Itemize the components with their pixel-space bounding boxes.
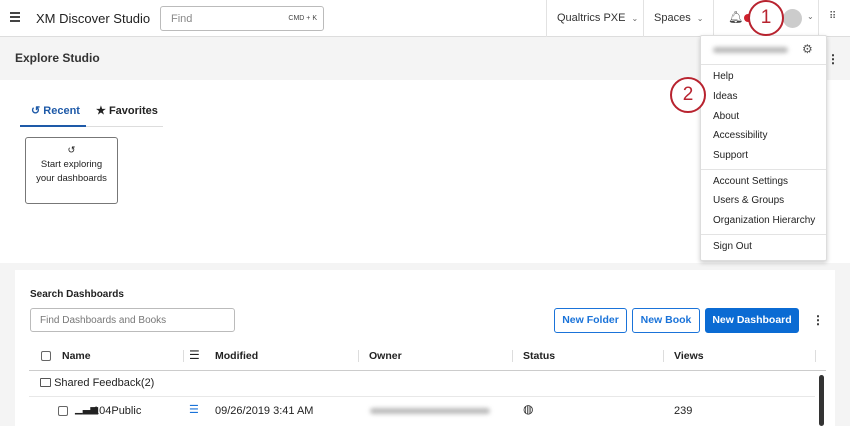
select-all-checkbox[interactable] (41, 351, 51, 361)
app-title: XM Discover Studio (36, 11, 151, 26)
find-shortcut: CMD + K (288, 15, 317, 22)
divider (183, 350, 184, 362)
more-options-icon[interactable]: ⋮ (827, 52, 839, 66)
dashboards-panel (15, 270, 835, 426)
history-icon: ↺ (31, 105, 41, 117)
user-menu-dropdown: ⚙ Help Ideas About Accessibility Support… (700, 35, 827, 261)
folder-row[interactable]: Shared Feedback(2) (40, 377, 154, 389)
globe-icon: ◍ (523, 402, 534, 416)
owner-blurred (370, 408, 490, 414)
nav-qualtrics-pxe[interactable]: Qualtrics PXE ⌄ (557, 12, 638, 24)
chevron-down-icon: ⌄ (631, 14, 639, 23)
description-icon[interactable]: ☰ (189, 403, 199, 416)
tab-label: Recent (43, 105, 80, 117)
chevron-down-icon[interactable]: ⌄ (807, 12, 814, 21)
divider (546, 0, 547, 37)
nav-label: Spaces (654, 12, 691, 24)
divider (701, 64, 826, 65)
menu-item-about[interactable]: About (713, 111, 739, 122)
history-icon: ↺ (67, 145, 76, 156)
column-modified[interactable]: Modified (215, 350, 258, 362)
avatar[interactable] (783, 9, 802, 28)
gear-icon[interactable]: ⚙ (802, 42, 813, 56)
new-book-button[interactable]: New Book (632, 308, 700, 333)
column-name[interactable]: Name (62, 350, 91, 362)
menu-item-accessibility[interactable]: Accessibility (713, 130, 767, 141)
list-icon[interactable]: ☰ (189, 348, 200, 362)
bell-icon[interactable]: 🔔︎ (728, 10, 743, 24)
views-count: 239 (674, 405, 693, 417)
divider (815, 350, 816, 362)
row-checkbox[interactable] (58, 406, 68, 416)
divider (29, 370, 826, 371)
divider (29, 396, 815, 397)
menu-item-users-groups[interactable]: Users & Groups (713, 195, 784, 206)
tab-label: Favorites (108, 105, 158, 117)
divider (701, 234, 826, 235)
new-dashboard-button[interactable]: New Dashboard (705, 308, 799, 333)
divider (818, 0, 819, 37)
folder-icon (40, 378, 51, 387)
column-owner[interactable]: Owner (369, 350, 402, 362)
callout-2: 2 (670, 77, 706, 113)
menu-item-ideas[interactable]: Ideas (713, 91, 737, 102)
tab-recent[interactable]: ↺ Recent (31, 104, 80, 117)
divider (643, 0, 644, 37)
global-find-input[interactable]: Find CMD + K (160, 6, 324, 31)
menu-item-help[interactable]: Help (713, 71, 734, 82)
column-views[interactable]: Views (674, 350, 704, 362)
callout-1: 1 (748, 0, 784, 36)
menu-item-support[interactable]: Support (713, 150, 748, 161)
placeholder: Find Dashboards and Books (40, 315, 167, 326)
card-text: Start exploring (40, 159, 103, 170)
menu-item-organization-hierarchy[interactable]: Organization Hierarchy (713, 215, 815, 226)
active-tab-indicator (20, 125, 86, 127)
divider (663, 350, 664, 362)
username-blurred (713, 47, 788, 53)
menu-item-sign-out[interactable]: Sign Out (713, 241, 752, 252)
star-icon: ★ (96, 105, 106, 117)
divider (358, 350, 359, 362)
page-title: Explore Studio (15, 51, 100, 65)
card-text: your dashboards (36, 173, 107, 184)
dashboard-name[interactable]: 104Public (93, 405, 141, 417)
find-placeholder: Find (171, 13, 193, 25)
chevron-down-icon: ⌄ (696, 14, 704, 23)
divider (701, 169, 826, 170)
scrollbar[interactable] (819, 375, 824, 426)
recent-empty-card: ↺ Start exploring your dashboards (25, 137, 118, 204)
dashboard-search-input[interactable]: Find Dashboards and Books (30, 308, 235, 332)
column-status[interactable]: Status (523, 350, 555, 362)
nav-label: Qualtrics PXE (557, 12, 626, 24)
hamburger-menu-icon[interactable] (10, 12, 20, 24)
divider (512, 350, 513, 362)
menu-item-account-settings[interactable]: Account Settings (713, 176, 788, 187)
nav-spaces[interactable]: Spaces ⌄ (654, 12, 703, 24)
more-options-icon[interactable]: ⋮ (812, 313, 824, 327)
tab-favorites[interactable]: ★ Favorites (96, 104, 158, 117)
folder-name: Shared Feedback (54, 377, 141, 389)
section-title: Search Dashboards (30, 289, 124, 300)
folder-count: (2) (140, 377, 155, 389)
apps-grid-icon[interactable]: ⠿ (829, 11, 836, 22)
new-folder-button[interactable]: New Folder (554, 308, 627, 333)
modified-date: 09/26/2019 3:41 AM (215, 405, 314, 417)
divider (713, 0, 714, 37)
